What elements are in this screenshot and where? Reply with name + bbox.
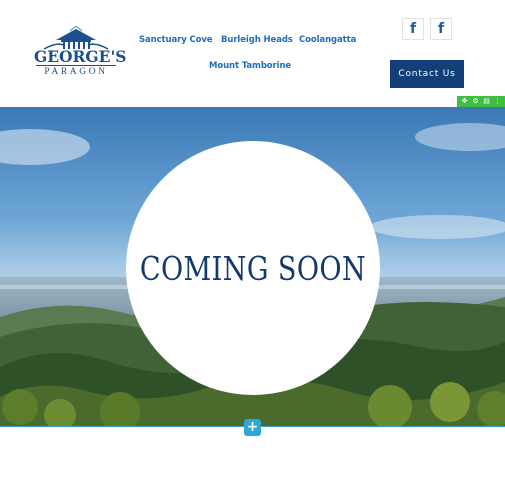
coming-soon-circle: COMING SOON: [126, 141, 380, 395]
site-header: GEORGE'S PARAGON Sanctuary Cove Burleigh…: [0, 0, 505, 107]
section-edit-toolbar: ✥ ⚙ ▤ ⋮: [457, 96, 505, 107]
add-section-button[interactable]: +: [244, 419, 261, 436]
nav-sanctuary-cove[interactable]: Sanctuary Cove: [139, 35, 213, 45]
nav-burleigh-heads[interactable]: Burleigh Heads: [221, 35, 293, 45]
brand-name: GEORGE'S: [34, 47, 127, 66]
nav-mount-tamborine[interactable]: Mount Tamborine: [209, 61, 291, 71]
brand-subname: PARAGON: [44, 67, 108, 77]
delete-icon[interactable]: ▤: [482, 97, 491, 106]
more-icon[interactable]: ⋮: [493, 97, 502, 106]
facebook-icon[interactable]: f: [402, 18, 424, 40]
contact-us-button[interactable]: Contact Us: [390, 60, 464, 88]
hero-section: COMING SOON: [0, 107, 505, 427]
coming-soon-heading: COMING SOON: [139, 248, 367, 288]
nav-coolangatta[interactable]: Coolangatta: [299, 35, 356, 45]
move-icon[interactable]: ✥: [460, 97, 469, 106]
facebook-icon[interactable]: f: [430, 18, 452, 40]
brand-logo[interactable]: GEORGE'S PARAGON: [34, 26, 127, 82]
settings-icon[interactable]: ⚙: [471, 97, 480, 106]
empty-section: [0, 428, 505, 500]
